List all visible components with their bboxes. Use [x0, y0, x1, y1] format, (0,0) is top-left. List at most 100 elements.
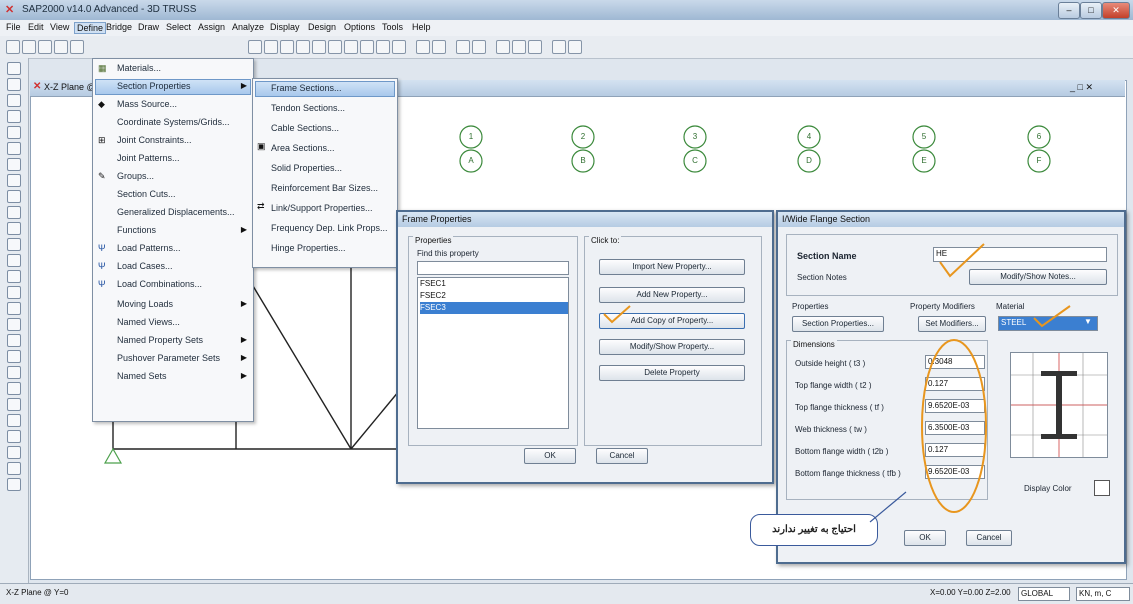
menu-item-area-sections[interactable]: Area Sections...: [271, 143, 335, 153]
pan-icon[interactable]: [328, 40, 342, 54]
cancel-button[interactable]: Cancel: [966, 530, 1012, 546]
design-icon[interactable]: [568, 40, 582, 54]
menu-item-hinge-properties[interactable]: Hinge Properties...: [271, 243, 346, 253]
draw-section-cut-icon[interactable]: [7, 286, 21, 299]
display-color-swatch[interactable]: [1094, 480, 1110, 496]
close-button[interactable]: ✕: [1102, 2, 1130, 19]
menu-design[interactable]: Design: [308, 22, 336, 32]
menu-select[interactable]: Select: [166, 22, 191, 32]
menu-options[interactable]: Options: [344, 22, 375, 32]
snap-joint-icon[interactable]: [7, 366, 21, 379]
quick-area-icon[interactable]: [7, 190, 21, 203]
menu-analyze[interactable]: Analyze: [232, 22, 264, 32]
menu-item-section-properties[interactable]: Section Properties: [117, 81, 191, 91]
list-item-selected[interactable]: FSEC3: [420, 302, 568, 314]
reshape-icon[interactable]: [7, 78, 21, 91]
maximize-button[interactable]: □: [1080, 2, 1102, 19]
menu-item-solid-properties[interactable]: Solid Properties...: [271, 163, 342, 173]
draw-cable-icon[interactable]: [7, 270, 21, 283]
quick-frame-icon[interactable]: [7, 126, 21, 139]
menu-item-pushover-parameter-sets[interactable]: Pushover Parameter Sets: [117, 353, 220, 363]
xz-view-icon[interactable]: [376, 40, 390, 54]
xy-view-icon[interactable]: [360, 40, 374, 54]
menu-item-named-views[interactable]: Named Views...: [117, 317, 180, 327]
display-icon[interactable]: [496, 40, 510, 54]
draw-dim-icon[interactable]: [7, 302, 21, 315]
down-icon[interactable]: [472, 40, 486, 54]
quick-solid-icon[interactable]: [7, 222, 21, 235]
menu-item-load-cases[interactable]: Load Cases...: [117, 261, 173, 271]
show-forces-icon[interactable]: [528, 40, 542, 54]
save-icon[interactable]: [38, 40, 52, 54]
draw-area-icon[interactable]: [7, 158, 21, 171]
snap-midpoint-icon[interactable]: [7, 446, 21, 459]
units-select[interactable]: KN, m, C: [1076, 587, 1130, 601]
select-all-icon[interactable]: [7, 334, 21, 347]
redo-icon[interactable]: [70, 40, 84, 54]
3d-view-icon[interactable]: [344, 40, 358, 54]
snap-point-icon[interactable]: [7, 478, 21, 491]
workspace-window-controls[interactable]: _ □ ✕: [1070, 82, 1093, 93]
menu-item-moving-loads[interactable]: Moving Loads: [117, 299, 173, 309]
menu-display[interactable]: Display: [270, 22, 300, 32]
undo-icon[interactable]: [54, 40, 68, 54]
delete-property-button[interactable]: Delete Property: [599, 365, 745, 381]
menu-help[interactable]: Help: [412, 22, 431, 32]
find-property-input[interactable]: [417, 261, 569, 275]
new-icon[interactable]: [6, 40, 20, 54]
sigma-icon[interactable]: [552, 40, 566, 54]
ok-button[interactable]: OK: [524, 448, 576, 464]
draw-solid-icon[interactable]: [7, 206, 21, 219]
lock-icon[interactable]: [264, 40, 278, 54]
menu-define[interactable]: Define: [74, 22, 107, 34]
menu-item-mass-source[interactable]: Mass Source...: [117, 99, 177, 109]
draw-link-icon[interactable]: [7, 238, 21, 251]
menu-item-functions[interactable]: Functions: [117, 225, 156, 235]
menu-draw[interactable]: Draw: [138, 22, 159, 32]
coordinate-system-select[interactable]: GLOBAL: [1018, 587, 1070, 601]
menu-bridge[interactable]: Bridge: [106, 22, 132, 32]
draw-tendon-icon[interactable]: [7, 254, 21, 267]
menu-edit[interactable]: Edit: [28, 22, 44, 32]
minimize-button[interactable]: –: [1058, 2, 1080, 19]
menu-item-joint-patterns[interactable]: Joint Patterns...: [117, 153, 180, 163]
menu-item-frequency-dep-link-props[interactable]: Frequency Dep. Link Props...: [271, 223, 388, 233]
clear-selection-icon[interactable]: [7, 350, 21, 363]
snap-end-icon[interactable]: [7, 462, 21, 475]
modify-show-notes-button[interactable]: Modify/Show Notes...: [969, 269, 1107, 285]
zoom-out-icon[interactable]: [312, 40, 326, 54]
draw-joint-icon[interactable]: [7, 94, 21, 107]
reference-point-icon[interactable]: [7, 318, 21, 331]
pointer-icon[interactable]: [7, 62, 21, 75]
menu-view[interactable]: View: [50, 22, 69, 32]
menu-tools[interactable]: Tools: [382, 22, 403, 32]
add-new-property-button[interactable]: Add New Property...: [599, 287, 745, 303]
zoom-in-icon[interactable]: [296, 40, 310, 54]
menu-item-link-support-properties[interactable]: Link/Support Properties...: [271, 203, 373, 213]
menu-item-tendon-sections[interactable]: Tendon Sections...: [271, 103, 345, 113]
draw-frame-icon[interactable]: [7, 110, 21, 123]
menu-item-frame-sections[interactable]: Frame Sections...: [271, 83, 342, 93]
menu-item-load-patterns[interactable]: Load Patterns...: [117, 243, 181, 253]
menu-item-groups[interactable]: Groups...: [117, 171, 154, 181]
property-list[interactable]: FSEC1 FSEC2 FSEC3: [417, 277, 569, 429]
import-new-property-button[interactable]: Import New Property...: [599, 259, 745, 275]
menu-assign[interactable]: Assign: [198, 22, 225, 32]
menu-item-named-property-sets[interactable]: Named Property Sets: [117, 335, 203, 345]
section-properties-button[interactable]: Section Properties...: [792, 316, 884, 332]
list-item[interactable]: FSEC1: [420, 278, 568, 290]
menu-item-materials[interactable]: Materials...: [117, 63, 161, 73]
up-icon[interactable]: [456, 40, 470, 54]
snap-perpendicular-icon[interactable]: [7, 414, 21, 427]
ok-button[interactable]: OK: [904, 530, 946, 546]
snap-intersection-icon[interactable]: [7, 398, 21, 411]
cancel-button[interactable]: Cancel: [596, 448, 648, 464]
menu-item-cable-sections[interactable]: Cable Sections...: [271, 123, 339, 133]
refresh-icon[interactable]: [280, 40, 294, 54]
modify-show-property-button[interactable]: Modify/Show Property...: [599, 339, 745, 355]
yz-view-icon[interactable]: [392, 40, 406, 54]
open-icon[interactable]: [22, 40, 36, 54]
draw-rect-area-icon[interactable]: [7, 174, 21, 187]
show-deformed-icon[interactable]: [512, 40, 526, 54]
snap-fine-grid-icon[interactable]: [7, 430, 21, 443]
